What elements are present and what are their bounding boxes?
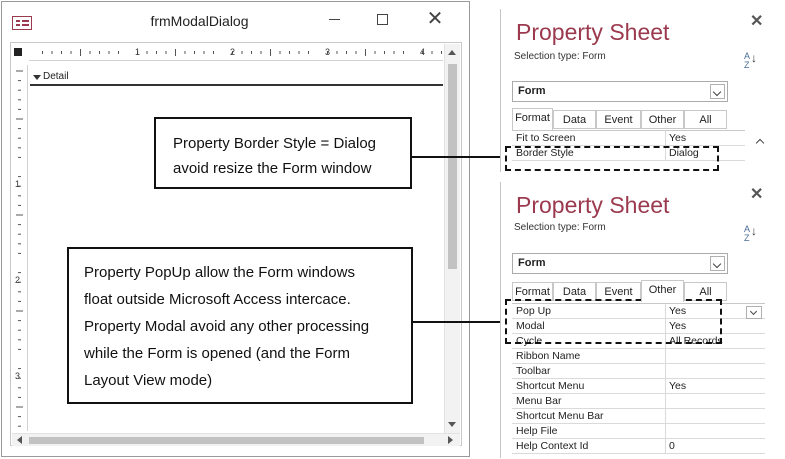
property-name: Help Context Id <box>516 440 589 452</box>
selection-type-label: Selection type: <box>514 51 580 62</box>
tab-event[interactable]: Event <box>596 110 641 129</box>
minimize-button[interactable] <box>311 2 357 36</box>
maximize-icon <box>376 13 388 25</box>
close-button[interactable]: ✕ <box>412 2 458 36</box>
property-row[interactable]: Help Context Id 0 <box>512 439 765 454</box>
object-selector-value: Form <box>518 257 546 269</box>
chevron-down-icon[interactable] <box>746 306 762 319</box>
vertical-scroll-thumb[interactable] <box>448 64 457 269</box>
selection-type: Selection type: Form <box>514 51 606 62</box>
selection-type: Selection type: Form <box>514 222 606 233</box>
chevron-down-icon[interactable] <box>710 256 725 271</box>
tab-format[interactable]: Format <box>512 108 553 130</box>
sort-az-icon[interactable]: A Z ↓ <box>744 225 758 243</box>
section-arrow-icon <box>33 75 41 80</box>
close-icon: ✕ <box>426 8 444 30</box>
scroll-up-icon[interactable] <box>446 46 459 59</box>
ruler-number: 1 <box>15 179 21 189</box>
title-bar: frmModalDialog ✕ <box>2 2 469 40</box>
ruler-number: 2 <box>15 275 21 285</box>
property-name: Shortcut Menu <box>516 380 585 392</box>
property-row[interactable]: Ribbon Name <box>512 349 765 364</box>
tab-other[interactable]: Other <box>641 280 684 302</box>
property-sheet-title: Property Sheet <box>516 19 670 45</box>
object-selector[interactable]: Form <box>512 81 728 102</box>
scroll-down-icon[interactable] <box>446 418 459 431</box>
callout-line: Property PopUp allow the Form windows <box>84 264 355 281</box>
callout-line: float outside Microsoft Access intercace… <box>84 291 351 308</box>
callout-popup-modal: Property PopUp allow the Form windows fl… <box>67 247 413 404</box>
property-name: Toolbar <box>516 365 551 377</box>
chevron-down-icon[interactable] <box>710 84 725 99</box>
scroll-left-icon[interactable] <box>14 434 26 446</box>
property-row[interactable]: Help File <box>512 424 765 439</box>
horizontal-scroll-thumb[interactable] <box>29 437 424 444</box>
ruler-number: 3 <box>15 371 21 381</box>
callout-line: Layout View mode) <box>84 372 213 389</box>
selection-type-value: Form <box>582 222 606 233</box>
property-value: Yes <box>669 380 687 392</box>
horizontal-ruler <box>29 44 443 61</box>
ruler-number: 2 <box>230 47 236 57</box>
highlight-border-style <box>505 146 719 171</box>
object-selector-value: Form <box>518 85 546 97</box>
scroll-right-icon[interactable] <box>444 434 456 446</box>
property-name: Fit to Screen <box>516 132 576 144</box>
callout-line: Property Border Style = Dialog <box>173 135 377 152</box>
detail-section-label: Detail <box>43 71 69 82</box>
selection-type-label: Selection type: <box>514 222 580 233</box>
property-row[interactable]: Fit to Screen Yes <box>512 131 745 146</box>
callout-connector <box>413 321 505 323</box>
tab-data[interactable]: Data <box>553 110 596 129</box>
minimize-icon <box>328 18 340 20</box>
callout-line: avoid resize the Form window <box>173 160 372 177</box>
callout-connector <box>412 156 502 158</box>
property-row[interactable]: Menu Bar <box>512 394 765 409</box>
property-value: Yes <box>669 132 687 144</box>
form-selector-box[interactable] <box>14 48 22 56</box>
property-name: Menu Bar <box>516 395 562 407</box>
scroll-up-icon[interactable] <box>755 132 766 157</box>
horizontal-scrollbar[interactable] <box>12 433 460 446</box>
property-name: Help File <box>516 425 558 437</box>
property-row[interactable]: Toolbar <box>512 364 765 379</box>
ruler-number: 1 <box>135 47 141 57</box>
tab-all[interactable]: All <box>684 110 727 129</box>
object-selector[interactable]: Form <box>512 253 728 274</box>
tab-other[interactable]: Other <box>641 110 684 129</box>
property-row[interactable]: Shortcut Menu Bar <box>512 409 765 424</box>
callout-line: Property Modal avoid any other processin… <box>84 318 370 335</box>
property-name: Ribbon Name <box>516 350 581 362</box>
highlight-popup-modal <box>505 299 722 344</box>
close-icon[interactable]: ✕ <box>750 11 763 31</box>
property-tabs: Format Data Event Other All <box>512 108 762 130</box>
sort-az-icon[interactable]: A Z ↓ <box>744 52 758 70</box>
ruler-number: 3 <box>325 47 331 57</box>
close-icon[interactable]: ✕ <box>750 184 763 204</box>
callout-line: while the Form is opened (and the Form <box>84 345 350 362</box>
maximize-button[interactable] <box>359 2 405 36</box>
property-sheet-title: Property Sheet <box>516 192 670 218</box>
selection-type-value: Form <box>582 51 606 62</box>
callout-border-style: Property Border Style = Dialog avoid res… <box>154 117 412 189</box>
vertical-scrollbar[interactable] <box>444 44 460 433</box>
detail-section-header[interactable]: Detail <box>30 70 443 86</box>
ruler-number: 4 <box>420 47 426 57</box>
property-name: Shortcut Menu Bar <box>516 410 604 422</box>
property-value: 0 <box>669 440 675 452</box>
property-row[interactable]: Shortcut Menu Yes <box>512 379 765 394</box>
